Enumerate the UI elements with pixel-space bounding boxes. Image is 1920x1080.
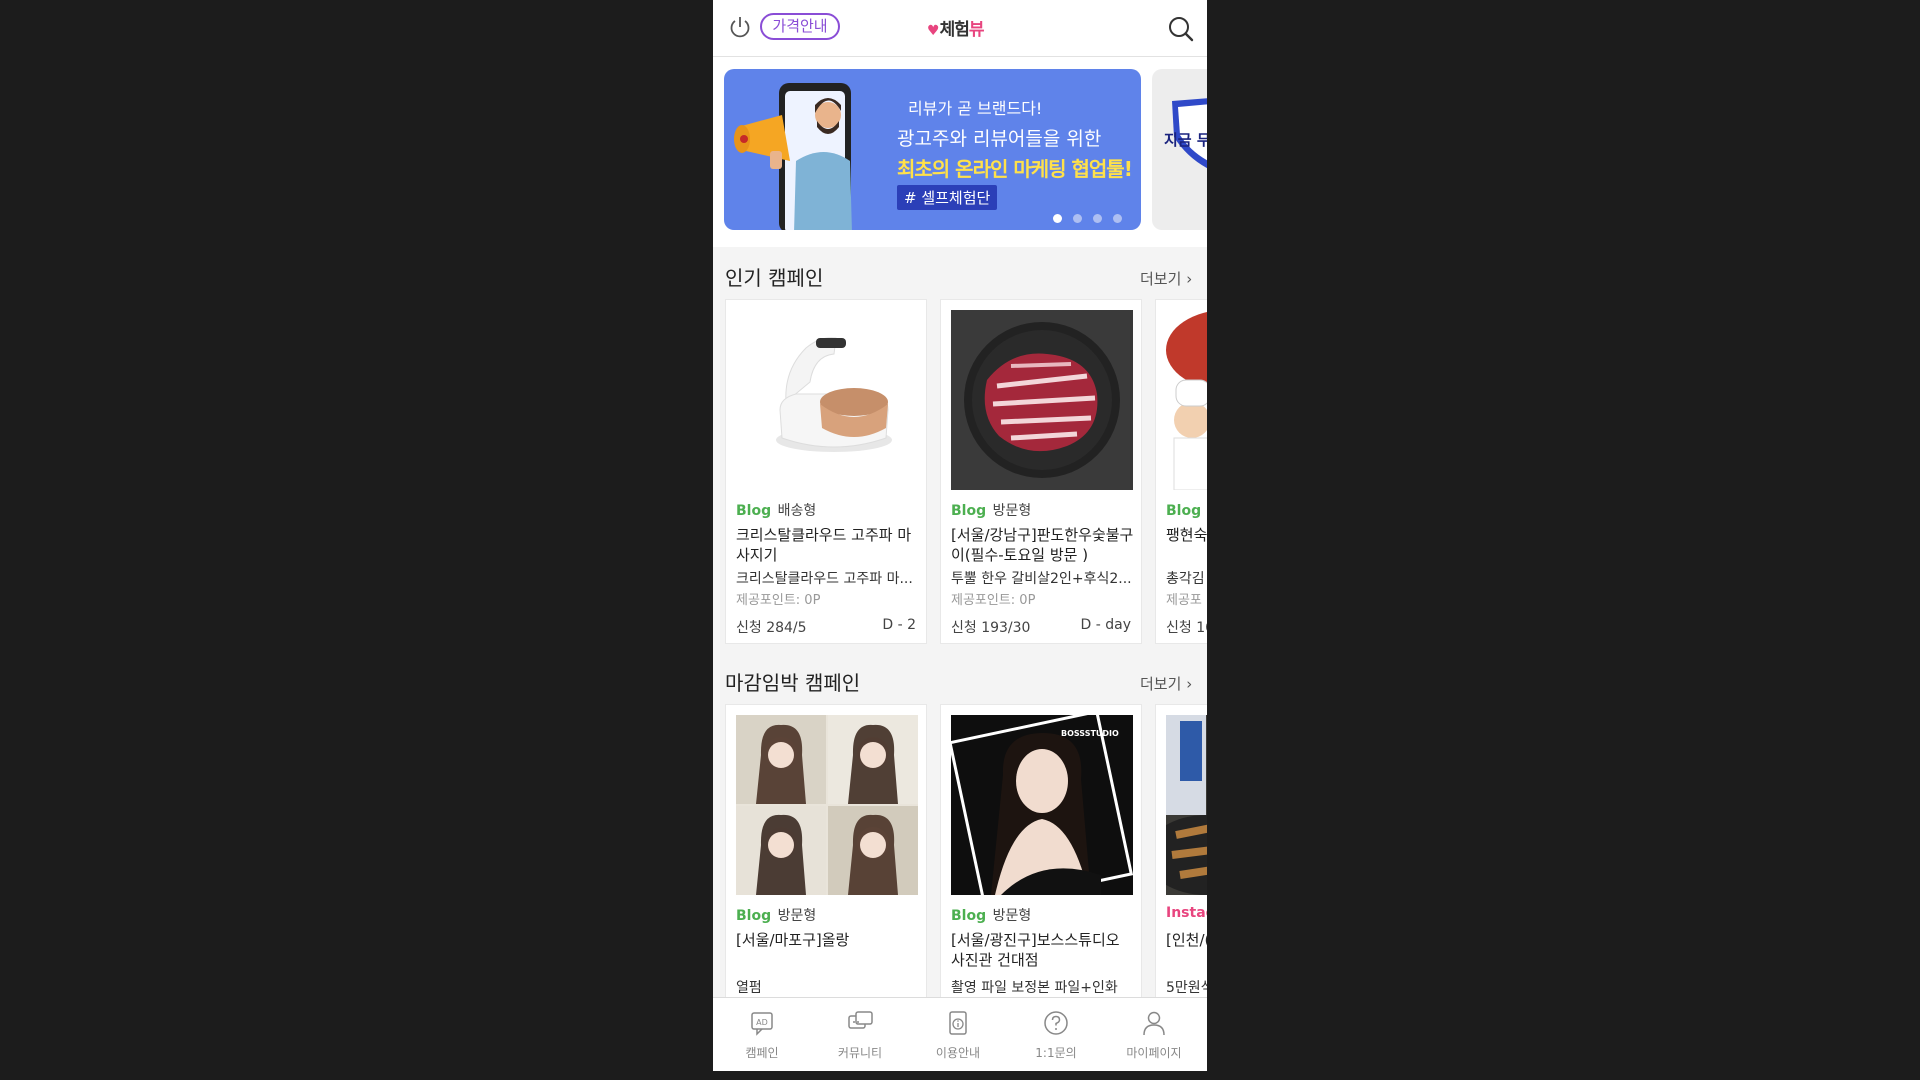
carousel-dot[interactable] bbox=[1113, 214, 1122, 223]
product-image bbox=[1166, 715, 1207, 895]
popular-card-list: Blog 배송형 크리스탈클라우드 고주파 마사지기 크리스탈클라우드 고주파 … bbox=[725, 299, 1207, 644]
chat-icon bbox=[848, 1011, 873, 1029]
card-apply-count: 신청 284/5 bbox=[736, 620, 807, 636]
ad-icon: AD bbox=[751, 1012, 773, 1036]
card-apply-count: 신청 193/30 bbox=[951, 620, 1031, 636]
type-label: 배송형 bbox=[777, 503, 817, 519]
card-point: 제공포 bbox=[1166, 593, 1202, 608]
card-tag-row: Blog 배 bbox=[1166, 500, 1207, 520]
campaign-card[interactable]: Blog 배 팽현숙치3kg 총각김 제공포 신청 16 bbox=[1155, 299, 1207, 644]
product-image bbox=[1166, 310, 1207, 490]
nav-community[interactable]: 커뮤니티 bbox=[811, 998, 909, 1071]
top-bar: 가격안내 ♥체험뷰 bbox=[713, 0, 1207, 57]
nav-label: 캠페인 bbox=[745, 1046, 779, 1060]
platform-label: Instag bbox=[1166, 905, 1207, 921]
chevron-right-icon: › bbox=[1186, 675, 1193, 693]
banner-line1: 리뷰가 곧 브랜드다! bbox=[908, 99, 1043, 118]
card-point: 제공포인트: 0P bbox=[736, 593, 821, 608]
nav-guide[interactable]: 이용안내 bbox=[909, 998, 1007, 1071]
banner-slide[interactable]: 리뷰가 곧 브랜드다! 광고주와 리뷰어들을 위한 최초의 온라인 마케팅 협업… bbox=[724, 69, 1141, 230]
more-label: 더보기 bbox=[1140, 675, 1182, 693]
user-icon bbox=[1143, 1011, 1165, 1036]
banner-next-slide[interactable]: 지금 무 bbox=[1152, 69, 1207, 230]
card-title: [서울/마포구]올랑 bbox=[736, 931, 850, 949]
campaign-card[interactable]: Blog 방문형 [서울/강남구]판도한우숯불구이(필수-토요일 방문 ) 투뿔… bbox=[940, 299, 1142, 644]
nav-label: 마이페이지 bbox=[1126, 1046, 1182, 1060]
nav-label: 1:1문의 bbox=[1035, 1046, 1077, 1060]
card-tag-row: Instag bbox=[1166, 905, 1207, 921]
card-title: 팽현숙치3kg bbox=[1166, 526, 1207, 544]
logo-accent-text: 뷰 bbox=[968, 20, 985, 40]
product-image: BOSSSTUDIO bbox=[951, 715, 1133, 895]
campaign-card[interactable]: Blog 배송형 크리스탈클라우드 고주파 마사지기 크리스탈클라우드 고주파 … bbox=[725, 299, 927, 644]
card-tag-row: Blog 배송형 bbox=[736, 500, 816, 520]
nav-inquiry[interactable]: 1:1문의 bbox=[1007, 998, 1105, 1071]
watermark-text: BOSSSTUDIO bbox=[1061, 729, 1119, 738]
card-tag-row: Blog 방문형 bbox=[951, 500, 1031, 520]
power-icon[interactable] bbox=[727, 14, 753, 40]
card-subtitle: 투뿔 한우 갈비살2인+후식2... bbox=[951, 571, 1132, 587]
platform-label: Blog bbox=[1166, 503, 1202, 519]
platform-label: Blog bbox=[951, 503, 987, 519]
search-icon[interactable] bbox=[1167, 15, 1195, 43]
question-icon bbox=[1044, 1011, 1068, 1035]
popular-more-link[interactable]: 더보기 › bbox=[1140, 268, 1192, 289]
carousel-dot[interactable] bbox=[1073, 214, 1082, 223]
card-subtitle: 총각김 bbox=[1166, 571, 1205, 587]
banner-tag: # 셀프체험단 bbox=[897, 185, 998, 210]
product-image bbox=[736, 310, 918, 490]
bottom-navigation: AD 캠페인 커뮤니티 이용안내 1:1문의 마이페이지 bbox=[713, 997, 1207, 1071]
card-dday: D - 2 bbox=[882, 617, 916, 633]
card-title: [서울/광진구]보스스튜디오 사진관 건대점 bbox=[951, 931, 1120, 969]
chevron-right-icon: › bbox=[1186, 270, 1193, 288]
platform-label: Blog bbox=[736, 908, 772, 924]
card-subtitle: 열펌 bbox=[736, 980, 762, 996]
nav-label: 커뮤니티 bbox=[837, 1046, 883, 1060]
banner-line3: 최초의 온라인 마케팅 협업툴! bbox=[897, 157, 1133, 181]
type-label: 방문형 bbox=[992, 908, 1032, 924]
popular-section-title: 인기 캠페인 bbox=[725, 266, 824, 290]
card-apply-count: 신청 16 bbox=[1166, 620, 1207, 636]
type-label: 방문형 bbox=[992, 503, 1032, 519]
svg-text:AD: AD bbox=[756, 1018, 768, 1027]
card-dday: D - day bbox=[1080, 617, 1131, 633]
card-subtitle: 크리스탈클라우드 고주파 마... bbox=[736, 571, 913, 587]
heart-icon: ♥ bbox=[927, 23, 940, 39]
platform-label: Blog bbox=[951, 908, 987, 924]
logo-main-text: 체험 bbox=[939, 20, 970, 40]
product-image bbox=[736, 715, 918, 895]
carousel-dot[interactable] bbox=[1093, 214, 1102, 223]
banner-line2: 광고주와 리뷰어들을 위한 bbox=[897, 128, 1102, 150]
card-tag-row: Blog 방문형 bbox=[736, 905, 816, 925]
platform-label: Blog bbox=[736, 503, 772, 519]
card-subtitle: 5만원식 bbox=[1166, 980, 1207, 996]
more-label: 더보기 bbox=[1140, 270, 1182, 288]
card-point: 제공포인트: 0P bbox=[951, 593, 1036, 608]
card-tag-row: Blog 방문형 bbox=[951, 905, 1031, 925]
carousel-dots bbox=[1053, 208, 1133, 227]
banner-carousel: 리뷰가 곧 브랜드다! 광고주와 리뷰어들을 위한 최초의 온라인 마케팅 협업… bbox=[713, 57, 1207, 247]
carousel-dot[interactable] bbox=[1053, 214, 1062, 223]
megaphone-man-illustration bbox=[734, 83, 852, 230]
card-title: [인천/(릴스) bbox=[1166, 931, 1207, 949]
card-subtitle: 촬영 파일 보정본 파일+인화 bbox=[951, 980, 1118, 996]
card-title: [서울/강남구]판도한우숯불구이(필수-토요일 방문 ) bbox=[951, 526, 1134, 564]
info-icon bbox=[949, 1011, 967, 1035]
banner-side-text: 지금 무 bbox=[1164, 131, 1207, 149]
nav-campaign[interactable]: AD 캠페인 bbox=[713, 998, 811, 1071]
nav-mypage[interactable]: 마이페이지 bbox=[1105, 998, 1203, 1071]
closing-more-link[interactable]: 더보기 › bbox=[1140, 673, 1192, 694]
type-label: 방문형 bbox=[777, 908, 817, 924]
nav-label: 이용안내 bbox=[935, 1046, 981, 1060]
phone-frame: 가격안내 ♥체험뷰 리뷰가 곧 브랜드다! 광고주와 리뷰어들을 위한 최초의 … bbox=[713, 0, 1207, 1071]
logo[interactable]: ♥체험뷰 bbox=[927, 15, 985, 40]
closing-section-title: 마감임박 캠페인 bbox=[725, 671, 861, 695]
product-image bbox=[951, 310, 1133, 490]
card-title: 크리스탈클라우드 고주파 마사지기 bbox=[736, 526, 912, 564]
price-guide-button[interactable]: 가격안내 bbox=[760, 13, 840, 40]
